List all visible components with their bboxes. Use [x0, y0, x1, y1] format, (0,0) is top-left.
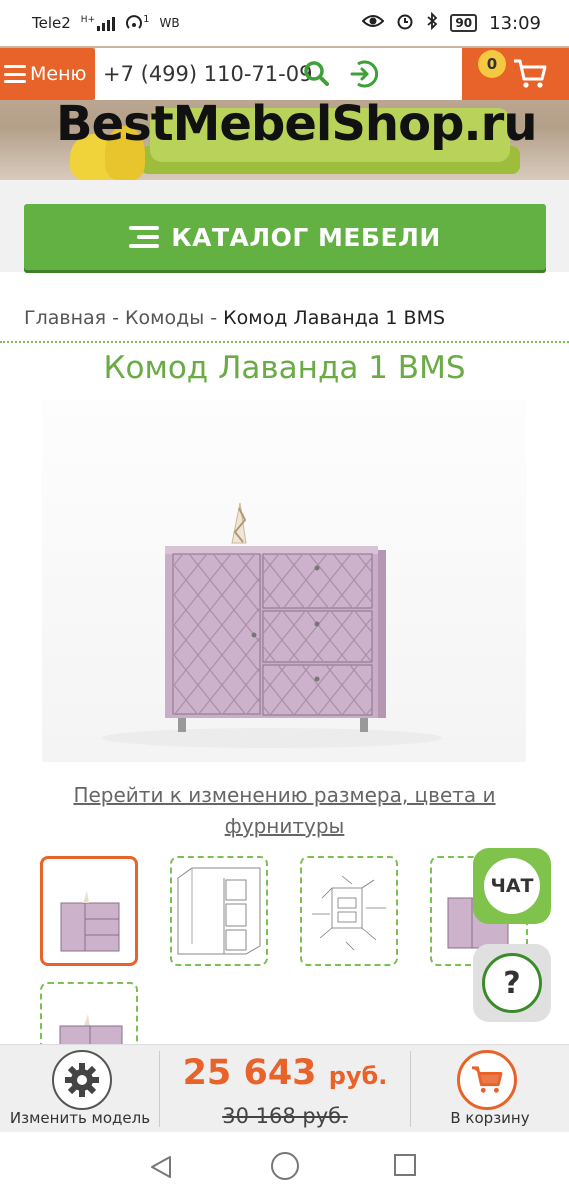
- add-to-cart-button[interactable]: В корзину: [411, 1045, 569, 1133]
- bottom-action-bar: Изменить модель 25 643 руб. 30 168 руб. …: [0, 1044, 569, 1132]
- battery-icon: 90: [450, 14, 478, 32]
- login-icon[interactable]: [348, 59, 379, 89]
- menu-button[interactable]: Меню: [0, 48, 95, 100]
- network-type: H+: [80, 15, 96, 25]
- thumbnail-2[interactable]: [170, 856, 268, 966]
- price-currency: руб.: [328, 1062, 388, 1090]
- back-icon[interactable]: [148, 1154, 174, 1180]
- catalog-list-icon: [129, 226, 160, 248]
- breadcrumb-separator: -: [106, 307, 126, 329]
- recent-apps-icon[interactable]: [394, 1154, 416, 1176]
- breadcrumb-current: Комод Лаванда 1 BMS: [223, 307, 446, 329]
- header-cart-button[interactable]: 0: [462, 48, 569, 100]
- hamburger-icon: [4, 65, 26, 83]
- contact-strip: +7 (499) 110-71-09: [95, 48, 462, 100]
- clock: 13:09: [489, 12, 541, 34]
- old-price: 30 168 руб.: [222, 1104, 348, 1128]
- thumbnail-3[interactable]: [300, 856, 398, 966]
- alarm-icon: [396, 12, 414, 35]
- cart-icon: [457, 1050, 517, 1110]
- status-bar: Tele2 H+ 1 WB 90 13:09: [0, 0, 569, 46]
- catalog-button-label: КАТАЛОГ МЕБЕЛИ: [171, 222, 441, 252]
- phone-link[interactable]: +7 (499) 110-71-09: [103, 62, 312, 86]
- chat-button[interactable]: ЧАТ: [473, 848, 551, 924]
- carrier-label: Tele2: [32, 14, 71, 32]
- site-logo[interactable]: BestMebelShop.ru: [56, 94, 537, 154]
- breadcrumb: Главная - Комоды - Комод Лаванда 1 BMS: [24, 307, 445, 329]
- product-title: Комод Лаванда 1 BMS: [103, 350, 466, 386]
- catalog-button[interactable]: КАТАЛОГ МЕБЕЛИ: [24, 204, 546, 270]
- menu-label: Меню: [30, 63, 87, 85]
- question-icon: ?: [482, 953, 542, 1013]
- wb-label: WB: [159, 16, 180, 30]
- price-block: 25 643 руб. 30 168 руб.: [160, 1045, 410, 1133]
- eye-icon: [362, 13, 385, 34]
- system-nav-bar: [0, 1132, 569, 1200]
- product-main-image[interactable]: [42, 400, 526, 762]
- top-bar: Меню +7 (499) 110-71-09 0: [0, 48, 569, 100]
- signal-icon: H+: [80, 15, 116, 31]
- cart-icon: [514, 59, 547, 88]
- change-model-label: Изменить модель: [9, 1109, 151, 1127]
- change-size-color-link[interactable]: Перейти к изменению размера, цвета и фур…: [40, 780, 529, 842]
- hotspot-icon: 1: [125, 14, 149, 32]
- change-model-button[interactable]: Изменить модель: [0, 1045, 160, 1133]
- thumbnail-1[interactable]: [40, 856, 138, 966]
- price-value: 25 643: [182, 1053, 317, 1093]
- divider: [0, 341, 569, 343]
- cart-count-badge: 0: [478, 50, 506, 78]
- breadcrumb-home[interactable]: Главная: [24, 307, 106, 329]
- hotspot-count: 1: [143, 14, 150, 25]
- help-button[interactable]: ?: [473, 944, 551, 1022]
- current-price: 25 643 руб.: [160, 1053, 410, 1093]
- bluetooth-icon: [426, 11, 438, 35]
- home-icon[interactable]: [271, 1152, 299, 1180]
- search-icon[interactable]: [303, 60, 329, 86]
- catalog-section: КАТАЛОГ МЕБЕЛИ: [0, 180, 569, 272]
- gear-icon: [52, 1050, 112, 1110]
- chat-label: ЧАТ: [484, 858, 540, 914]
- add-to-cart-label: В корзину: [450, 1109, 530, 1127]
- breadcrumb-category[interactable]: Комоды: [125, 307, 204, 329]
- breadcrumb-separator: -: [204, 307, 224, 329]
